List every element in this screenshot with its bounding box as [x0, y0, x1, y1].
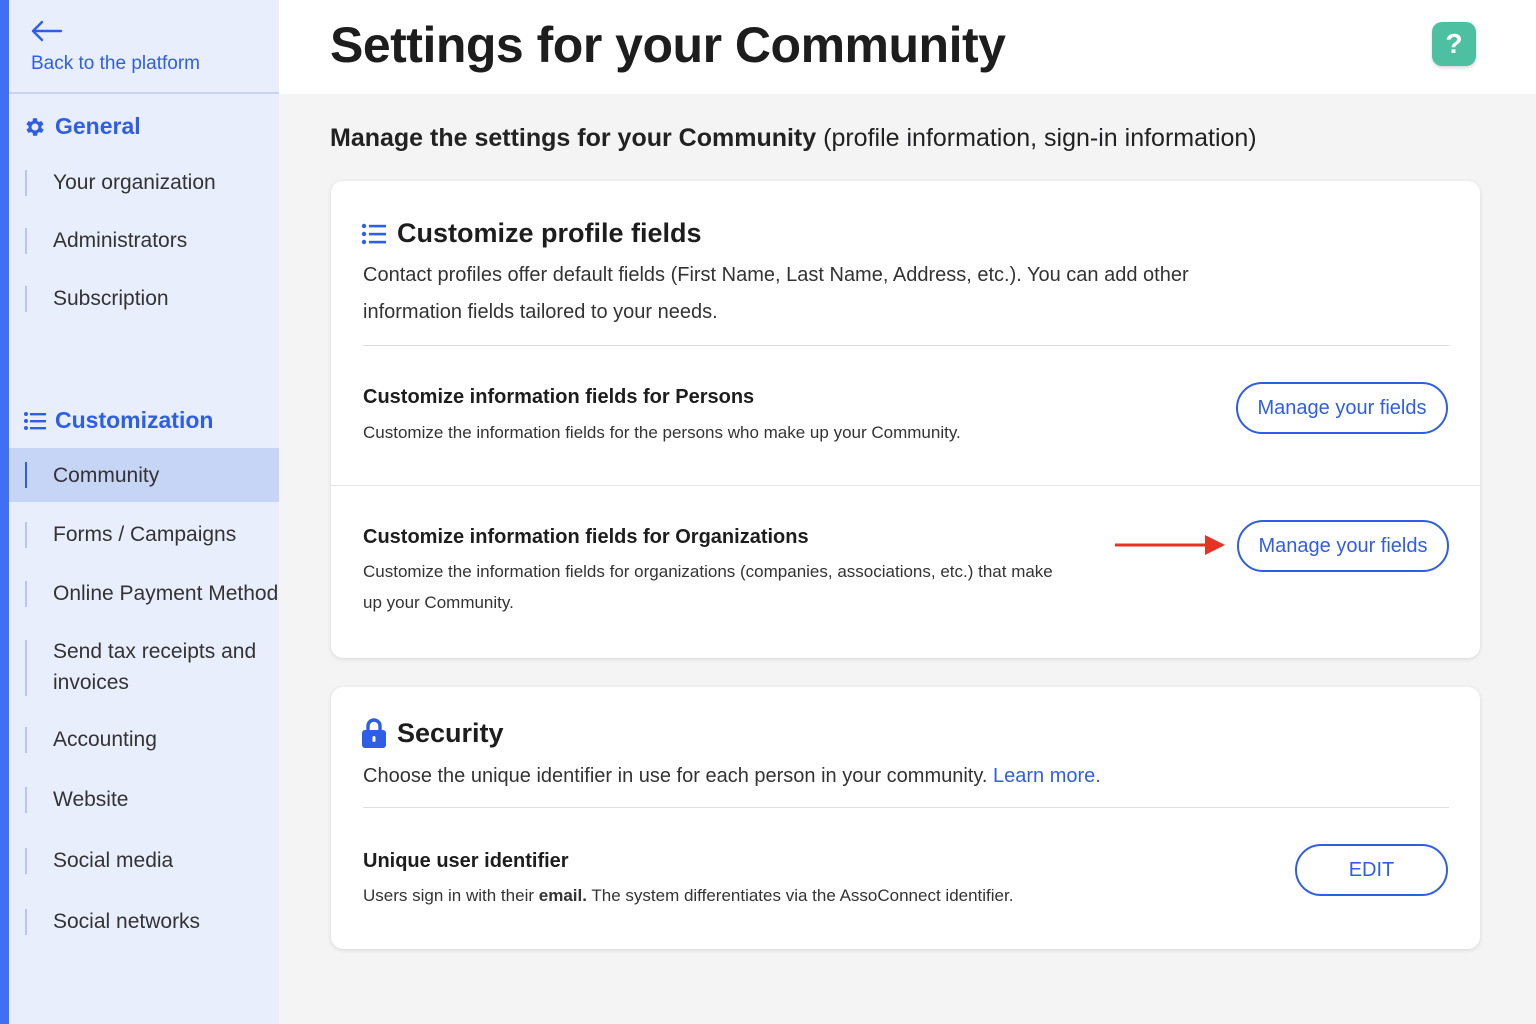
organizations-fields-title: Customize information fields for Organiz…	[363, 526, 809, 548]
sidebar: Back to the platform General Your organi…	[0, 0, 279, 1024]
nav-marker	[25, 228, 27, 254]
list-icon	[361, 223, 386, 244]
sidebar-item-label: Social networks	[53, 910, 201, 933]
persons-fields-title: Customize information fields for Persons	[363, 386, 755, 408]
nav-marker	[25, 522, 27, 548]
learn-more-link[interactable]: Learn more.	[993, 765, 1101, 787]
sidebar-item-community[interactable]: Community	[9, 448, 279, 502]
section-customization[interactable]: Customization	[23, 407, 213, 434]
section-general-label: General	[55, 113, 141, 139]
identifier-desc-pre: Users sign in with their	[363, 886, 535, 905]
back-arrow-icon	[31, 20, 63, 42]
sidebar-item-label: Administrators	[53, 229, 188, 252]
nav-marker	[25, 848, 27, 874]
security-heading: Security	[361, 717, 504, 749]
sidebar-item-send-tax-receipts[interactable]: Send tax receipts and invoices	[9, 636, 279, 698]
divider	[363, 345, 1449, 346]
sidebar-item-label: Website	[53, 788, 129, 811]
profile-fields-title: Customize profile fields	[397, 218, 702, 248]
sidebar-item-subscription[interactable]: Subscription	[9, 282, 279, 316]
nav-marker	[25, 286, 27, 312]
list-icon	[24, 411, 46, 430]
nav-marker	[25, 640, 27, 696]
back-to-platform-link[interactable]: Back to the platform	[9, 0, 279, 94]
sidebar-item-label: Your organization	[53, 171, 216, 194]
subtitle-bold: Manage the settings for your Community	[330, 124, 817, 152]
sidebar-item-label: Accounting	[53, 728, 157, 751]
unique-identifier-title: Unique user identifier	[363, 850, 569, 872]
organizations-fields-description: Customize the information fields for org…	[363, 562, 1053, 612]
sidebar-item-label: Subscription	[53, 287, 169, 310]
identifier-desc-bold: email.	[538, 886, 587, 905]
nav-marker	[25, 909, 27, 935]
unique-identifier-description: Users sign in with their email. The syst…	[363, 880, 1013, 911]
gear-icon	[26, 117, 44, 136]
divider	[363, 807, 1449, 808]
page-subtitle: Manage the settings for your Community (…	[330, 124, 1257, 153]
profile-fields-heading: Customize profile fields	[361, 218, 702, 249]
security-title: Security	[397, 717, 504, 748]
subtitle-rest: (profile information, sign-in informatio…	[823, 124, 1257, 152]
nav-marker	[25, 727, 27, 753]
question-mark-icon: ?	[1445, 28, 1463, 59]
sidebar-item-accounting[interactable]: Accounting	[9, 723, 279, 757]
profile-fields-card: Customize profile fields Contact profile…	[331, 181, 1480, 658]
page-header: Settings for your Community ?	[279, 0, 1536, 94]
manage-organizations-fields-button[interactable]: Manage your fields	[1237, 520, 1449, 572]
sidebar-item-social-media[interactable]: Social media	[9, 844, 279, 878]
security-card: Security Choose the unique identifier in…	[331, 687, 1480, 949]
sidebar-item-website[interactable]: Website	[9, 783, 279, 817]
sidebar-item-label: Forms / Campaigns	[53, 523, 237, 546]
lock-icon	[362, 718, 386, 748]
edit-identifier-button[interactable]: EDIT	[1295, 844, 1448, 896]
section-customization-label: Customization	[55, 407, 214, 433]
nav-marker	[25, 581, 27, 607]
security-description-text: Choose the unique identifier in use for …	[363, 765, 988, 787]
sidebar-item-label: Send tax receipts and invoices	[53, 640, 257, 694]
sidebar-item-label: Social media	[53, 849, 174, 872]
profile-fields-description: Contact profiles offer default fields (F…	[363, 264, 1189, 323]
section-general[interactable]: General	[23, 113, 141, 140]
sidebar-item-your-organization[interactable]: Your organization	[9, 166, 279, 200]
page-title: Settings for your Community	[330, 17, 1006, 73]
sidebar-item-online-payment-method[interactable]: Online Payment Method	[9, 577, 279, 611]
manage-persons-fields-button[interactable]: Manage your fields	[1236, 382, 1448, 434]
security-description: Choose the unique identifier in use for …	[363, 758, 1101, 795]
sidebar-item-administrators[interactable]: Administrators	[9, 224, 279, 258]
identifier-desc-post: The system differentiates via the AssoCo…	[591, 886, 1014, 905]
nav-marker	[25, 787, 27, 813]
back-label: Back to the platform	[31, 53, 200, 74]
sidebar-item-label: Community	[53, 464, 160, 487]
divider	[331, 485, 1480, 486]
sidebar-item-forms-campaigns[interactable]: Forms / Campaigns	[9, 518, 279, 552]
nav-marker	[25, 170, 27, 196]
sidebar-item-label: Online Payment Method	[53, 582, 279, 605]
sidebar-item-social-networks[interactable]: Social networks	[9, 905, 279, 939]
persons-fields-description: Customize the information fields for the…	[363, 423, 961, 442]
annotation-arrow-icon	[1115, 535, 1225, 555]
help-button[interactable]: ?	[1432, 22, 1476, 66]
nav-marker	[25, 462, 27, 488]
